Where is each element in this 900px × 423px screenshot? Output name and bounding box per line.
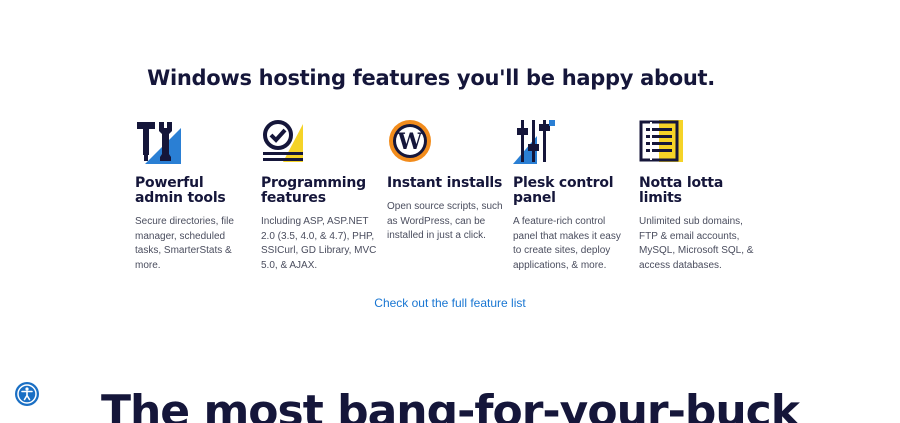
full-feature-list-link[interactable]: Check out the full feature list <box>0 296 900 310</box>
feature-description: Unlimited sub domains, FTP & email accou… <box>639 216 754 271</box>
page: Windows hosting features you'll be happy… <box>0 0 900 423</box>
feature-description: Secure directories, file manager, schedu… <box>135 216 234 271</box>
feature-description: Open source scripts, such as WordPress, … <box>387 201 503 241</box>
svg-text:W: W <box>397 129 423 155</box>
tools-icon <box>135 118 181 164</box>
feature-title: Instant installs <box>387 175 503 191</box>
list-icon <box>639 118 685 164</box>
wordpress-icon: W <box>387 118 433 164</box>
feature-title: Plesk control panel <box>513 175 614 206</box>
feature-title: Programming features <box>261 175 366 206</box>
next-section-heading: The most bang-for-your-buck <box>100 386 800 423</box>
feature-plesk: Plesk control panel A feature-rich contr… <box>513 118 631 273</box>
sliders-icon <box>513 118 559 164</box>
feature-admin-tools: Powerful admin tools Secure directories,… <box>135 118 253 273</box>
feature-programming: Programming features Including ASP, ASP.… <box>261 118 379 273</box>
feature-title: Powerful admin tools <box>135 175 226 206</box>
feature-limits: Notta lotta limits Unlimited sub domains… <box>639 118 757 273</box>
feature-title: Notta lotta limits <box>639 175 724 206</box>
section-title: Windows hosting features you'll be happy… <box>147 66 715 90</box>
features-grid: Powerful admin tools Secure directories,… <box>135 118 775 278</box>
feature-description: A feature-rich control panel that makes … <box>513 216 621 271</box>
feature-instant-installs: W Instant installs Open source scripts, … <box>387 118 505 244</box>
feature-description: Including ASP, ASP.NET 2.0 (3.5, 4.0, & … <box>261 216 377 271</box>
code-check-icon <box>261 118 307 164</box>
